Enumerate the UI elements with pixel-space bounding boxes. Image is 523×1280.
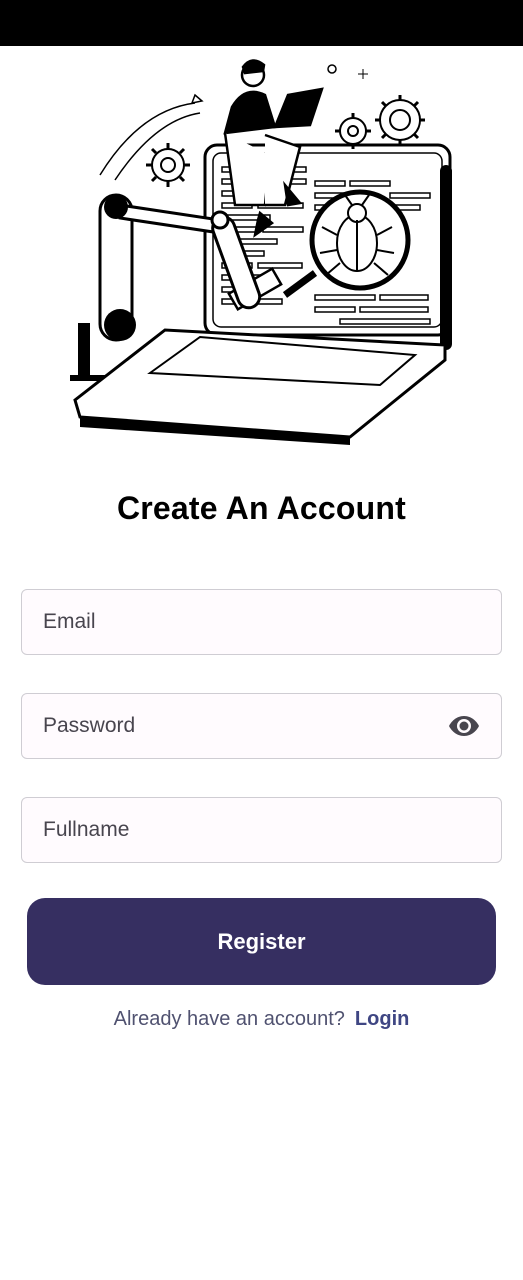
status-bar (0, 0, 523, 46)
hero-illustration (60, 55, 460, 450)
email-field[interactable]: Email (21, 589, 502, 655)
login-prompt: Already have an account? Login (0, 1008, 523, 1031)
fullname-field[interactable]: Fullname (21, 797, 502, 863)
developer-debugging-illustration (70, 59, 452, 445)
fullname-placeholder: Fullname (43, 818, 130, 841)
login-link[interactable]: Login (355, 1008, 409, 1030)
password-field[interactable]: Password (21, 693, 502, 759)
email-placeholder: Email (43, 610, 96, 633)
register-button[interactable]: Register (27, 898, 496, 985)
login-prompt-text: Already have an account? (113, 1008, 345, 1030)
page-title: Create An Account (116, 490, 407, 526)
eye-icon[interactable] (448, 714, 480, 738)
password-placeholder: Password (43, 714, 136, 737)
